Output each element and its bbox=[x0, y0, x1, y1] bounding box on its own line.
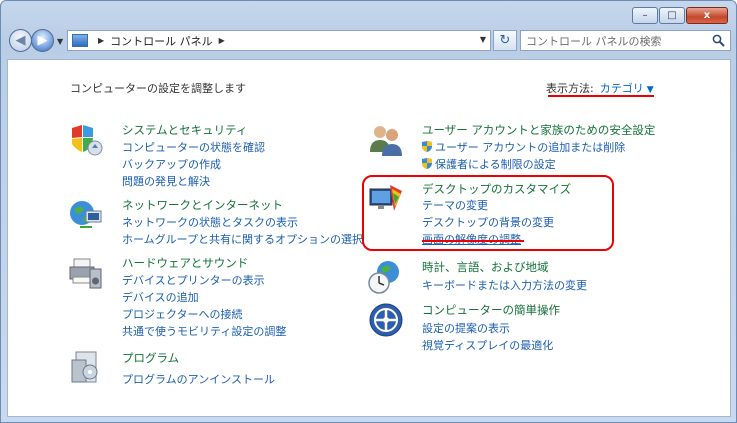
users-icon bbox=[370, 126, 402, 156]
link-optimize-display[interactable]: 視覚ディスプレイの最適化 bbox=[422, 337, 553, 353]
link-change-background[interactable]: デスクトップの背景の変更 bbox=[422, 214, 554, 230]
category-title[interactable]: プログラム bbox=[122, 350, 179, 366]
shield-icon bbox=[72, 125, 103, 156]
category-title[interactable]: ユーザー アカウントと家族のための安全設定 bbox=[422, 122, 655, 138]
link-troubleshoot[interactable]: 問題の発見と解決 bbox=[122, 173, 210, 189]
link-uninstall-program[interactable]: プログラムのアンインストール bbox=[122, 371, 275, 387]
view-by-dropdown[interactable]: カテゴリ bbox=[600, 82, 644, 95]
category-title[interactable]: ネットワークとインターネット bbox=[122, 197, 283, 213]
refresh-icon: ↻ bbox=[499, 33, 511, 48]
link-homegroup-options[interactable]: ホームグループと共有に関するオプションの選択 bbox=[122, 231, 363, 247]
globe-clock-icon bbox=[368, 261, 399, 294]
address-dropdown-icon[interactable]: ▼ bbox=[480, 35, 486, 44]
content-pane: コンピューターの設定を調整します 表示方法: カテゴリ ▼ システムとセキュリティ … bbox=[7, 59, 731, 417]
recent-pages-dropdown[interactable]: ▼ bbox=[57, 37, 63, 46]
category-title[interactable]: コンピューターの簡単操作 bbox=[422, 302, 560, 318]
link-adjust-resolution[interactable]: 画面の解像度の調整 bbox=[422, 231, 521, 247]
view-by-label: 表示方法: bbox=[546, 82, 594, 95]
close-button[interactable]: x bbox=[686, 7, 728, 24]
address-bar[interactable]: ▶ コントロール パネル ▶ ▼ bbox=[67, 30, 491, 51]
link-devices-printers[interactable]: デバイスとプリンターの表示 bbox=[122, 272, 265, 288]
chevron-right-icon[interactable]: ▶ bbox=[98, 36, 104, 45]
forward-arrow-icon: ▶ bbox=[37, 33, 48, 48]
category-title[interactable]: ハードウェアとサウンド bbox=[122, 255, 248, 271]
globe-network-icon bbox=[70, 201, 102, 228]
page-subtitle: コンピューターの設定を調整します bbox=[70, 82, 246, 95]
ease-of-access-icon bbox=[369, 303, 403, 337]
link-add-remove-accounts[interactable]: ユーザー アカウントの追加または削除 bbox=[422, 139, 625, 155]
annotation-underline bbox=[548, 95, 654, 97]
category-title[interactable]: デスクトップのカスタマイズ bbox=[422, 181, 571, 197]
search-input[interactable]: コントロール パネルの検索 bbox=[526, 33, 662, 49]
link-check-status[interactable]: コンピューターの状態を確認 bbox=[122, 139, 265, 155]
link-change-theme[interactable]: テーマの変更 bbox=[422, 197, 488, 213]
link-parental-controls[interactable]: 保護者による制限の設定 bbox=[422, 156, 556, 172]
uac-shield-icon bbox=[422, 141, 432, 152]
link-change-keyboard[interactable]: キーボードまたは入力方法の変更 bbox=[422, 277, 587, 293]
forward-button[interactable]: ▶ bbox=[31, 29, 54, 52]
link-add-device[interactable]: デバイスの追加 bbox=[122, 289, 199, 305]
chevron-right-icon[interactable]: ▶ bbox=[219, 36, 225, 45]
printer-icon bbox=[69, 258, 102, 289]
desktop-personalize-icon bbox=[369, 185, 402, 211]
link-create-backup[interactable]: バックアップの作成 bbox=[122, 156, 221, 172]
category-title[interactable]: システムとセキュリティ bbox=[122, 122, 247, 138]
view-by: 表示方法: カテゴリ ▼ bbox=[546, 80, 654, 96]
control-panel-icon bbox=[72, 34, 88, 47]
maximize-button[interactable]: □ bbox=[659, 7, 685, 24]
link-network-status[interactable]: ネットワークの状態とタスクの表示 bbox=[122, 214, 298, 230]
programs-icon bbox=[71, 351, 98, 383]
link-label[interactable]: ユーザー アカウントの追加または削除 bbox=[435, 141, 625, 154]
link-connect-projector[interactable]: プロジェクターへの接続 bbox=[122, 306, 243, 322]
chevron-down-icon[interactable]: ▼ bbox=[647, 85, 654, 95]
back-arrow-icon: ◀ bbox=[15, 33, 26, 48]
annotation-underline bbox=[422, 240, 524, 242]
search-box[interactable]: コントロール パネルの検索 bbox=[520, 30, 731, 51]
uac-shield-icon bbox=[422, 158, 432, 169]
minimize-button[interactable]: – bbox=[632, 7, 658, 24]
search-icon[interactable] bbox=[712, 34, 725, 47]
link-mobility-settings[interactable]: 共通で使うモビリティ設定の調整 bbox=[122, 323, 286, 339]
refresh-button[interactable]: ↻ bbox=[493, 30, 517, 51]
link-suggested-settings[interactable]: 設定の提案の表示 bbox=[422, 320, 510, 336]
navigation-bar: ◀ ▶ ▼ ▶ コントロール パネル ▶ ▼ ↻ コントロール パネルの検索 bbox=[7, 29, 731, 53]
breadcrumb-control-panel[interactable]: コントロール パネル bbox=[110, 33, 213, 49]
back-button[interactable]: ◀ bbox=[9, 29, 32, 52]
control-panel-window: – □ x ◀ ▶ ▼ ▶ コントロール パネル ▶ ▼ ↻ コントロール パネ… bbox=[0, 0, 737, 423]
caption-buttons: – □ x bbox=[631, 7, 728, 24]
link-label[interactable]: 保護者による制限の設定 bbox=[435, 158, 556, 171]
category-title[interactable]: 時計、言語、および地域 bbox=[422, 259, 549, 275]
